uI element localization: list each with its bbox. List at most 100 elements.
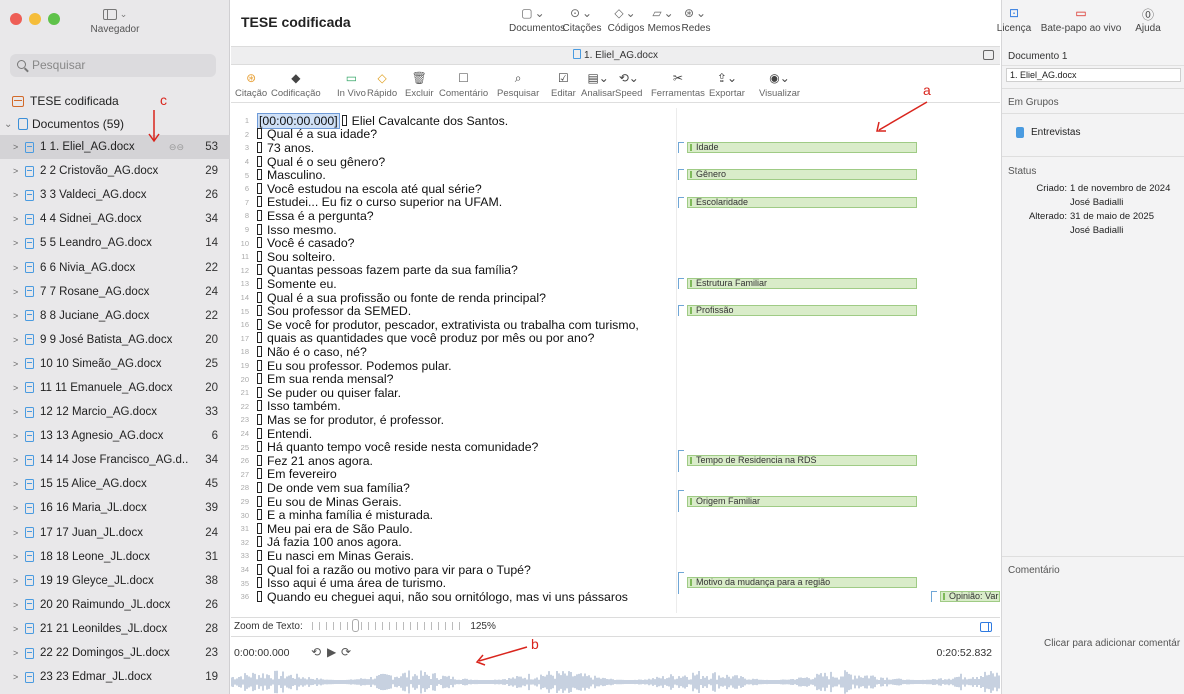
sidebar-item-document[interactable]: >1 1. Eliel_AG.docx ⊖⊖ 53 bbox=[0, 135, 230, 160]
toolbar-quick-button[interactable]: ◇ Rápido bbox=[367, 70, 397, 99]
menu-license[interactable]: ⊡ Licença bbox=[992, 6, 1036, 34]
sidebar-item-document[interactable]: >13 13 Agnesio_AG.docx 6 bbox=[0, 424, 230, 448]
toolbar-coding-button[interactable]: ◆ Codificação bbox=[271, 70, 321, 99]
toolbar-edit-button[interactable]: ☑ Editar bbox=[551, 70, 576, 99]
sidebar-item-document[interactable]: >20 20 Raimundo_JL.docx 26 bbox=[0, 593, 230, 617]
sidebar-item-document[interactable]: >3 3 Valdeci_AG.docx 26 bbox=[0, 183, 230, 207]
transcript-line[interactable]: 22 Isso também. bbox=[231, 399, 341, 413]
chevron-right-icon[interactable]: > bbox=[13, 431, 25, 441]
close-window-button[interactable] bbox=[10, 13, 22, 25]
sidebar-item-document[interactable]: >11 11 Emanuele_AG.docx 20 bbox=[0, 376, 230, 400]
toolbar-comment-button[interactable]: ☐ Comentário bbox=[439, 70, 488, 99]
transcript-line[interactable]: 32 Já fazia 100 anos agora. bbox=[231, 535, 402, 549]
code-tag[interactable]: Motivo da mudança para a região bbox=[678, 571, 917, 594]
transcript-line[interactable]: 25 Há quanto tempo você reside nesta comu… bbox=[231, 440, 539, 454]
transcript-line[interactable]: 14 Qual é a sua profissão ou fonte de ren… bbox=[231, 291, 546, 305]
play-icon[interactable]: ▶ bbox=[327, 645, 336, 659]
transcript-line[interactable]: 33 Eu nasci em Minas Gerais. bbox=[231, 549, 414, 563]
transcript-line[interactable]: 15 Sou professor da SEMED. bbox=[231, 304, 412, 318]
chevron-right-icon[interactable]: > bbox=[13, 311, 25, 321]
zoom-window-button[interactable] bbox=[48, 13, 60, 25]
transcript-line[interactable]: 18 Não é o caso, né? bbox=[231, 345, 367, 359]
transcript-line[interactable]: 3 73 anos. bbox=[231, 141, 314, 155]
transcript-line[interactable]: 31 Meu pai era de São Paulo. bbox=[231, 522, 413, 536]
transcript-line[interactable]: 23 Mas se for produtor, é professor. bbox=[231, 413, 444, 427]
split-view-icon[interactable] bbox=[983, 50, 994, 60]
toolbar-export-button[interactable]: ⇪⌄ Exportar bbox=[709, 70, 745, 99]
menu-live-chat[interactable]: ▭ Bate-papo ao vivo bbox=[1038, 6, 1124, 34]
chevron-right-icon[interactable]: > bbox=[13, 576, 25, 586]
transcript-line[interactable]: 28 De onde vem sua família? bbox=[231, 481, 410, 495]
chevron-right-icon[interactable]: > bbox=[13, 455, 25, 465]
sidebar-item-document[interactable]: >14 14 Jose Francisco_AG.d... 34 bbox=[0, 448, 230, 472]
transcript-line[interactable]: 30 E a minha família é misturada. bbox=[231, 508, 433, 522]
menu-networks[interactable]: ⊛⌄ Redes bbox=[681, 6, 711, 34]
sidebar-item-document[interactable]: >19 19 Gleyce_JL.docx 38 bbox=[0, 569, 230, 593]
transcript-line[interactable]: 26 Fez 21 anos agora. bbox=[231, 454, 373, 468]
group-item[interactable]: Entrevistas bbox=[1016, 127, 1080, 138]
code-tag[interactable]: Idade bbox=[678, 142, 917, 154]
zoom-slider[interactable] bbox=[311, 619, 462, 633]
transcript-line[interactable]: 5 Masculino. bbox=[231, 168, 326, 182]
panel-toggle-icon[interactable] bbox=[980, 622, 992, 632]
transcript-line[interactable]: 35 Isso aqui é uma área de turismo. bbox=[231, 576, 446, 590]
project-item[interactable]: TESE codificada bbox=[12, 94, 119, 108]
menu-memos[interactable]: ▱⌄ Memos bbox=[647, 6, 681, 34]
sidebar-item-document[interactable]: >9 9 José Batista_AG.docx 20 bbox=[0, 328, 230, 352]
sidebar-item-document[interactable]: >7 7 Rosane_AG.docx 24 bbox=[0, 280, 230, 304]
transcript-line[interactable]: 10 Você é casado? bbox=[231, 236, 355, 250]
toolbar-delete-button[interactable]: 🗑 Excluir bbox=[405, 70, 434, 99]
sidebar-item-document[interactable]: >8 8 Juciane_AG.docx 22 bbox=[0, 304, 230, 328]
transcript-line[interactable]: 6 Você estudou na escola até qual série? bbox=[231, 182, 482, 196]
sidebar-item-document[interactable]: >15 15 Alice_AG.docx 45 bbox=[0, 472, 230, 496]
toolbar-speed-button[interactable]: ⟲⌄ Speed bbox=[615, 70, 642, 99]
sidebar-item-document[interactable]: >10 10 Simeão_AG.docx 25 bbox=[0, 352, 230, 376]
sidebar-item-document[interactable]: >4 4 Sidnei_AG.docx 34 bbox=[0, 207, 230, 231]
minimize-window-button[interactable] bbox=[29, 13, 41, 25]
code-tag[interactable]: Tempo de Residencia na RDS bbox=[678, 449, 917, 472]
menu-help[interactable]: ⓪ Ajuda bbox=[1128, 6, 1168, 34]
document-tab[interactable]: 1. Eliel_AG.docx bbox=[573, 49, 658, 61]
timestamp[interactable]: [00:00:00.000] bbox=[257, 112, 340, 129]
comment-input[interactable]: Clicar para adicionar comentár bbox=[1044, 638, 1180, 649]
chevron-right-icon[interactable]: > bbox=[13, 624, 25, 634]
transcript-line[interactable]: 27 Em fevereiro bbox=[231, 467, 337, 481]
chevron-right-icon[interactable]: > bbox=[13, 214, 25, 224]
sidebar-item-document[interactable]: >23 23 Edmar_JL.docx 19 bbox=[0, 665, 230, 689]
chevron-right-icon[interactable]: > bbox=[13, 503, 25, 513]
toolbar-search-button[interactable]: ⌕ Pesquisar bbox=[497, 70, 539, 99]
transcript-line[interactable]: 4 Qual é o seu gênero? bbox=[231, 155, 385, 169]
chevron-right-icon[interactable]: > bbox=[13, 600, 25, 610]
sidebar-item-document[interactable]: >16 16 Maria_JL.docx 39 bbox=[0, 496, 230, 520]
document-editor[interactable]: 1 [00:00:00.000] Eliel Cavalcante dos Sant… bbox=[231, 108, 1000, 613]
transcript-line[interactable]: 16 Se você for produtor, pescador, extrat… bbox=[231, 318, 639, 332]
chevron-right-icon[interactable]: > bbox=[13, 528, 25, 538]
toolbar-view-button[interactable]: ◉⌄ Visualizar bbox=[759, 70, 800, 99]
transcript-line[interactable]: 2 Qual é a sua idade? bbox=[231, 127, 377, 141]
search-input[interactable]: Pesquisar bbox=[10, 54, 216, 77]
toolbar-in-vivo-button[interactable]: ▭ In Vivo bbox=[337, 70, 366, 99]
sidebar-item-document[interactable]: >6 6 Nivia_AG.docx 22 bbox=[0, 255, 230, 279]
chevron-right-icon[interactable]: > bbox=[13, 407, 25, 417]
chevron-right-icon[interactable]: > bbox=[13, 287, 25, 297]
documents-group[interactable]: ⌄ Documentos (59) bbox=[4, 117, 124, 131]
chevron-right-icon[interactable]: > bbox=[13, 238, 25, 248]
toolbar-quotation-button[interactable]: ⊛ Citação bbox=[235, 70, 267, 99]
menu-codes[interactable]: ◇⌄ Códigos bbox=[605, 6, 647, 34]
audio-waveform[interactable] bbox=[231, 670, 1000, 694]
chevron-right-icon[interactable]: > bbox=[13, 672, 25, 682]
toolbar-analyze-button[interactable]: ▤⌄ Analisar bbox=[581, 70, 615, 99]
transcript-line[interactable]: 36 Quando eu cheguei aqui, não sou ornitó… bbox=[231, 590, 628, 604]
navigator-toggle[interactable]: ⌄ Navegador bbox=[90, 8, 140, 35]
code-tag[interactable]: Escolaridade bbox=[678, 196, 917, 208]
code-tag[interactable]: Origem Familiar bbox=[678, 490, 917, 513]
transcript-line[interactable]: 20 Em sua renda mensal? bbox=[231, 372, 394, 386]
transcript-line[interactable]: 1 [00:00:00.000] Eliel Cavalcante dos Sant… bbox=[231, 112, 508, 129]
chevron-right-icon[interactable]: > bbox=[13, 166, 25, 176]
menu-quotations[interactable]: ⊙⌄ Citações bbox=[559, 6, 605, 34]
transcript-line[interactable]: 11 Sou solteiro. bbox=[231, 250, 335, 264]
sidebar-item-document[interactable]: >22 22 Domingos_JL.docx 23 bbox=[0, 641, 230, 665]
transcript-line[interactable]: 12 Quantas pessoas fazem parte da sua fam… bbox=[231, 263, 518, 277]
menu-documents[interactable]: ▢⌄ Documentos bbox=[509, 6, 565, 34]
chevron-right-icon[interactable]: > bbox=[13, 263, 25, 273]
